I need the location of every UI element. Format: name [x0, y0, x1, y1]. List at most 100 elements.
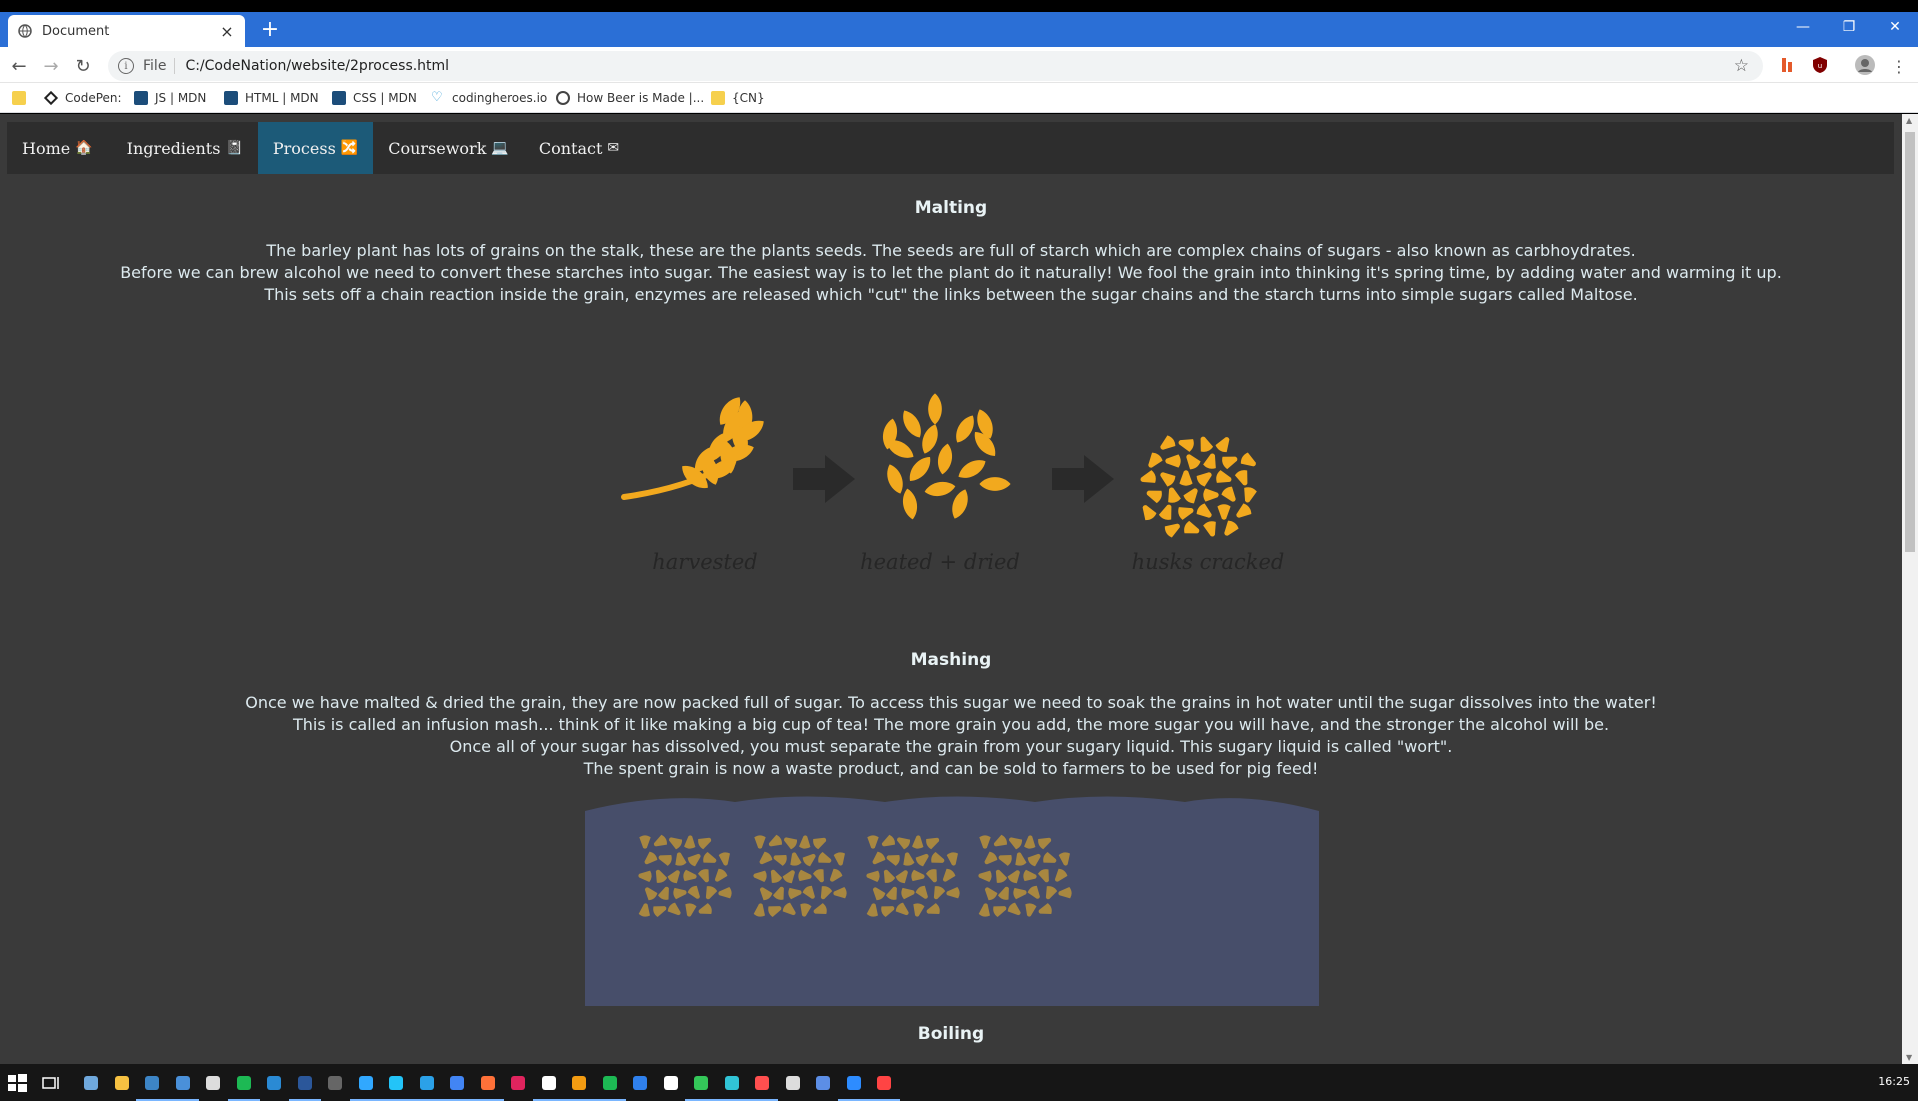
husk-shape	[1164, 523, 1180, 538]
app-icon[interactable]	[324, 1072, 346, 1094]
new-tab-button[interactable]: +	[258, 18, 282, 42]
scrollbar-thumb[interactable]	[1905, 132, 1915, 552]
scroll-down-icon[interactable]: ▼	[1906, 1053, 1912, 1062]
mashing-text: Once we have malted & dried the grain, t…	[0, 692, 1902, 780]
forward-button[interactable]: →	[38, 53, 64, 79]
grain-shape	[937, 443, 953, 475]
bookmark-folder[interactable]	[12, 89, 33, 107]
husk-shape	[1234, 470, 1248, 486]
mdn-icon	[134, 91, 148, 105]
ublock-shield-icon[interactable]: u	[1811, 56, 1829, 74]
app-icon[interactable]	[782, 1072, 804, 1094]
grain-shape	[956, 415, 974, 443]
bookmark-label: How Beer is Made |...	[577, 91, 705, 105]
tab-document[interactable]: Document ×	[8, 15, 245, 47]
malting-text: The barley plant has lots of grains on t…	[0, 240, 1902, 306]
lightroom-icon[interactable]	[380, 1072, 412, 1101]
mashing-heading: Mashing	[910, 650, 992, 670]
nav-coursework[interactable]: Coursework 💻	[373, 122, 524, 174]
vscode-icon[interactable]	[410, 1072, 443, 1101]
site-info-icon[interactable]: i	[118, 58, 134, 74]
terminal-icon[interactable]	[202, 1072, 224, 1094]
bookmark-cn[interactable]: {CN}	[711, 89, 765, 107]
extension-icon[interactable]	[1779, 56, 1797, 74]
text-line: Once all of your sugar has dissolved, yo…	[449, 737, 1453, 756]
text-line: This sets off a chain reaction inside th…	[264, 285, 1638, 304]
husk-shape	[1178, 507, 1194, 520]
profile-avatar-icon[interactable]	[1854, 54, 1876, 76]
nav-label: Coursework	[388, 138, 487, 158]
scroll-up-icon[interactable]: ▲	[1906, 116, 1912, 125]
firefox-icon[interactable]	[471, 1072, 504, 1101]
back-button[interactable]: ←	[6, 53, 32, 79]
close-window-button[interactable]: ✕	[1872, 12, 1918, 42]
app-icon[interactable]	[660, 1072, 682, 1094]
browser-menu-icon[interactable]: ⋮	[1886, 53, 1912, 79]
spotify-icon[interactable]	[227, 1072, 260, 1101]
bookmark-label: CSS | MDN	[353, 91, 417, 105]
husk-shape	[1183, 488, 1198, 504]
app-icon[interactable]	[812, 1072, 834, 1094]
app-icon[interactable]	[746, 1072, 778, 1101]
spotify-icon[interactable]	[593, 1072, 626, 1101]
bookmark-css-mdn[interactable]: CSS | MDN	[332, 89, 417, 107]
grain-shape	[952, 489, 968, 519]
bookmark-label: CodePen:	[65, 91, 122, 105]
mail-icon[interactable]	[80, 1072, 102, 1094]
bookmark-js-mdn[interactable]: JS | MDN	[134, 89, 206, 107]
husk-shape	[1186, 454, 1201, 470]
close-tab-icon[interactable]: ×	[219, 22, 235, 41]
taskbar-clock: 16:25	[1878, 1075, 1910, 1088]
nav-contact[interactable]: Contact ✉	[524, 122, 634, 174]
husk-shape	[1215, 437, 1230, 453]
task-view-icon[interactable]	[40, 1072, 62, 1094]
address-bar[interactable]: i File C:/CodeNation/website/2process.ht…	[108, 51, 1763, 81]
bookmark-how-beer-is-made[interactable]: How Beer is Made |...	[556, 89, 704, 107]
folder-icon	[12, 91, 26, 105]
husk-shape	[1158, 504, 1172, 520]
minimize-button[interactable]: —	[1780, 12, 1826, 42]
photoshop-icon[interactable]	[349, 1072, 382, 1101]
notes-icon[interactable]	[136, 1072, 168, 1101]
site-nav: Home 🏠 Ingredients 📓 Process 🔀 Coursework 💻 …	[7, 122, 1894, 174]
chrome-icon[interactable]	[868, 1072, 900, 1101]
zoom-icon[interactable]	[837, 1072, 870, 1101]
bookmark-label: JS | MDN	[155, 91, 207, 105]
bookmark-codepen[interactable]: CodePen:	[43, 89, 122, 107]
bookmark-label: {CN}	[732, 91, 765, 105]
bookmark-star-icon[interactable]: ☆	[1734, 56, 1749, 76]
restore-button[interactable]: ❐	[1826, 12, 1872, 42]
app-icon[interactable]	[166, 1072, 199, 1101]
mash-tun-illustration	[585, 796, 1319, 1006]
windows-start-icon[interactable]	[6, 1072, 28, 1094]
reload-button[interactable]: ↻	[70, 53, 96, 79]
codepen-icon	[43, 90, 59, 106]
app-icon[interactable]	[715, 1072, 748, 1101]
boiling-heading: Boiling	[917, 1024, 985, 1044]
mdn-icon	[224, 91, 238, 105]
vlc-icon[interactable]	[563, 1072, 595, 1101]
grain-shape	[924, 481, 956, 497]
chrome-icon[interactable]	[441, 1072, 473, 1101]
nav-process[interactable]: Process 🔀	[257, 122, 374, 174]
store-icon[interactable]	[263, 1072, 285, 1094]
app-icon[interactable]	[685, 1072, 717, 1101]
husk-shape	[1142, 505, 1157, 521]
mdn-icon	[332, 91, 346, 105]
page-scrollbar[interactable]: ▲ ▼	[1902, 114, 1918, 1064]
app-icon[interactable]	[629, 1072, 651, 1094]
nav-ingredients[interactable]: Ingredients 📓	[108, 122, 258, 174]
nav-home[interactable]: Home 🏠	[7, 122, 108, 174]
vivaldi-icon[interactable]	[507, 1072, 529, 1094]
malting-heading: Malting	[914, 198, 988, 218]
word-icon[interactable]	[288, 1072, 321, 1101]
bookmarks-bar: CodePen: JS | MDN HTML | MDN CSS | MDN ♡…	[0, 83, 1918, 113]
husk-shape	[1240, 452, 1256, 467]
file-explorer-icon[interactable]	[111, 1072, 133, 1094]
bookmark-codingheroes[interactable]: ♡ codingheroes.io	[431, 89, 547, 107]
app-icon[interactable]	[532, 1072, 565, 1101]
husk-shape	[1203, 488, 1219, 502]
bookmark-html-mdn[interactable]: HTML | MDN	[224, 89, 319, 107]
nav-label: Contact	[538, 138, 603, 158]
husk-shape	[1196, 472, 1212, 487]
